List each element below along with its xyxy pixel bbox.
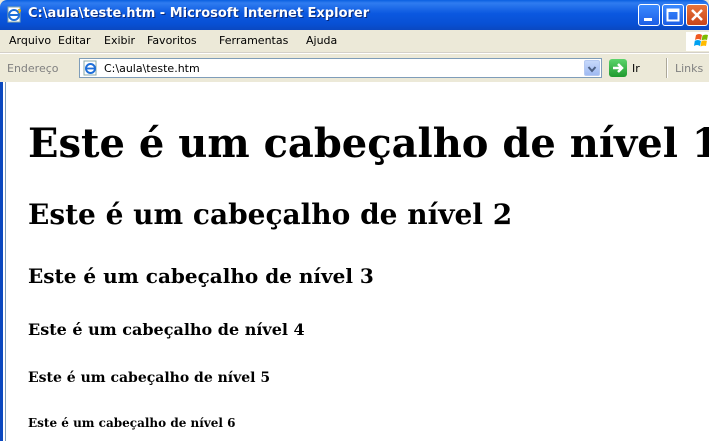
menu-arquivo[interactable]: Arquivo	[9, 34, 51, 47]
heading-level-3: Este é um cabeçalho de nível 3	[28, 264, 374, 288]
minimize-icon	[644, 18, 652, 21]
page-viewport[interactable]: Este é um cabeçalho de nível 1 Este é um…	[0, 82, 709, 441]
address-label: Endereço	[7, 62, 59, 75]
address-value: C:\aula\teste.htm	[104, 62, 200, 75]
go-button[interactable]	[609, 59, 627, 77]
browser-window: C:\aula\teste.htm - Microsoft Internet E…	[0, 0, 709, 441]
menu-ferramentas[interactable]: Ferramentas	[219, 34, 288, 47]
heading-level-1: Este é um cabeçalho de nível 1	[28, 120, 709, 167]
address-bar: Endereço C:\aula\teste.htm Ir Links	[0, 53, 709, 83]
go-arrow-icon	[613, 63, 624, 73]
maximize-icon	[666, 8, 680, 22]
window-title: C:\aula\teste.htm - Microsoft Internet E…	[28, 6, 370, 21]
menu-exibir[interactable]: Exibir	[104, 34, 135, 47]
heading-level-6: Este é um cabeçalho de nível 6	[28, 416, 236, 430]
dropdown-arrow-icon[interactable]	[584, 60, 600, 76]
heading-level-2: Este é um cabeçalho de nível 2	[28, 198, 513, 231]
ie-page-icon	[6, 6, 23, 23]
heading-level-4: Este é um cabeçalho de nível 4	[28, 320, 305, 339]
minimize-button[interactable]	[638, 4, 660, 26]
menu-favoritos[interactable]: Favoritos	[147, 34, 197, 47]
menu-bar: Arquivo Editar Exibir Favoritos Ferramen…	[0, 30, 709, 53]
toolbar-separator	[666, 58, 668, 78]
close-icon	[691, 9, 703, 21]
page-content: Este é um cabeçalho de nível 1 Este é um…	[5, 82, 709, 441]
address-input[interactable]: C:\aula\teste.htm	[79, 58, 602, 78]
windows-logo-icon	[686, 32, 709, 51]
menu-ajuda[interactable]: Ajuda	[306, 34, 337, 47]
heading-level-5: Este é um cabeçalho de nível 5	[28, 370, 271, 386]
maximize-button[interactable]	[662, 4, 684, 26]
title-bar[interactable]: C:\aula\teste.htm - Microsoft Internet E…	[0, 0, 709, 30]
links-button[interactable]: Links	[675, 62, 703, 75]
close-button[interactable]	[686, 4, 708, 26]
go-label[interactable]: Ir	[632, 62, 640, 75]
menu-editar[interactable]: Editar	[58, 34, 91, 47]
ie-page-icon	[83, 60, 99, 76]
